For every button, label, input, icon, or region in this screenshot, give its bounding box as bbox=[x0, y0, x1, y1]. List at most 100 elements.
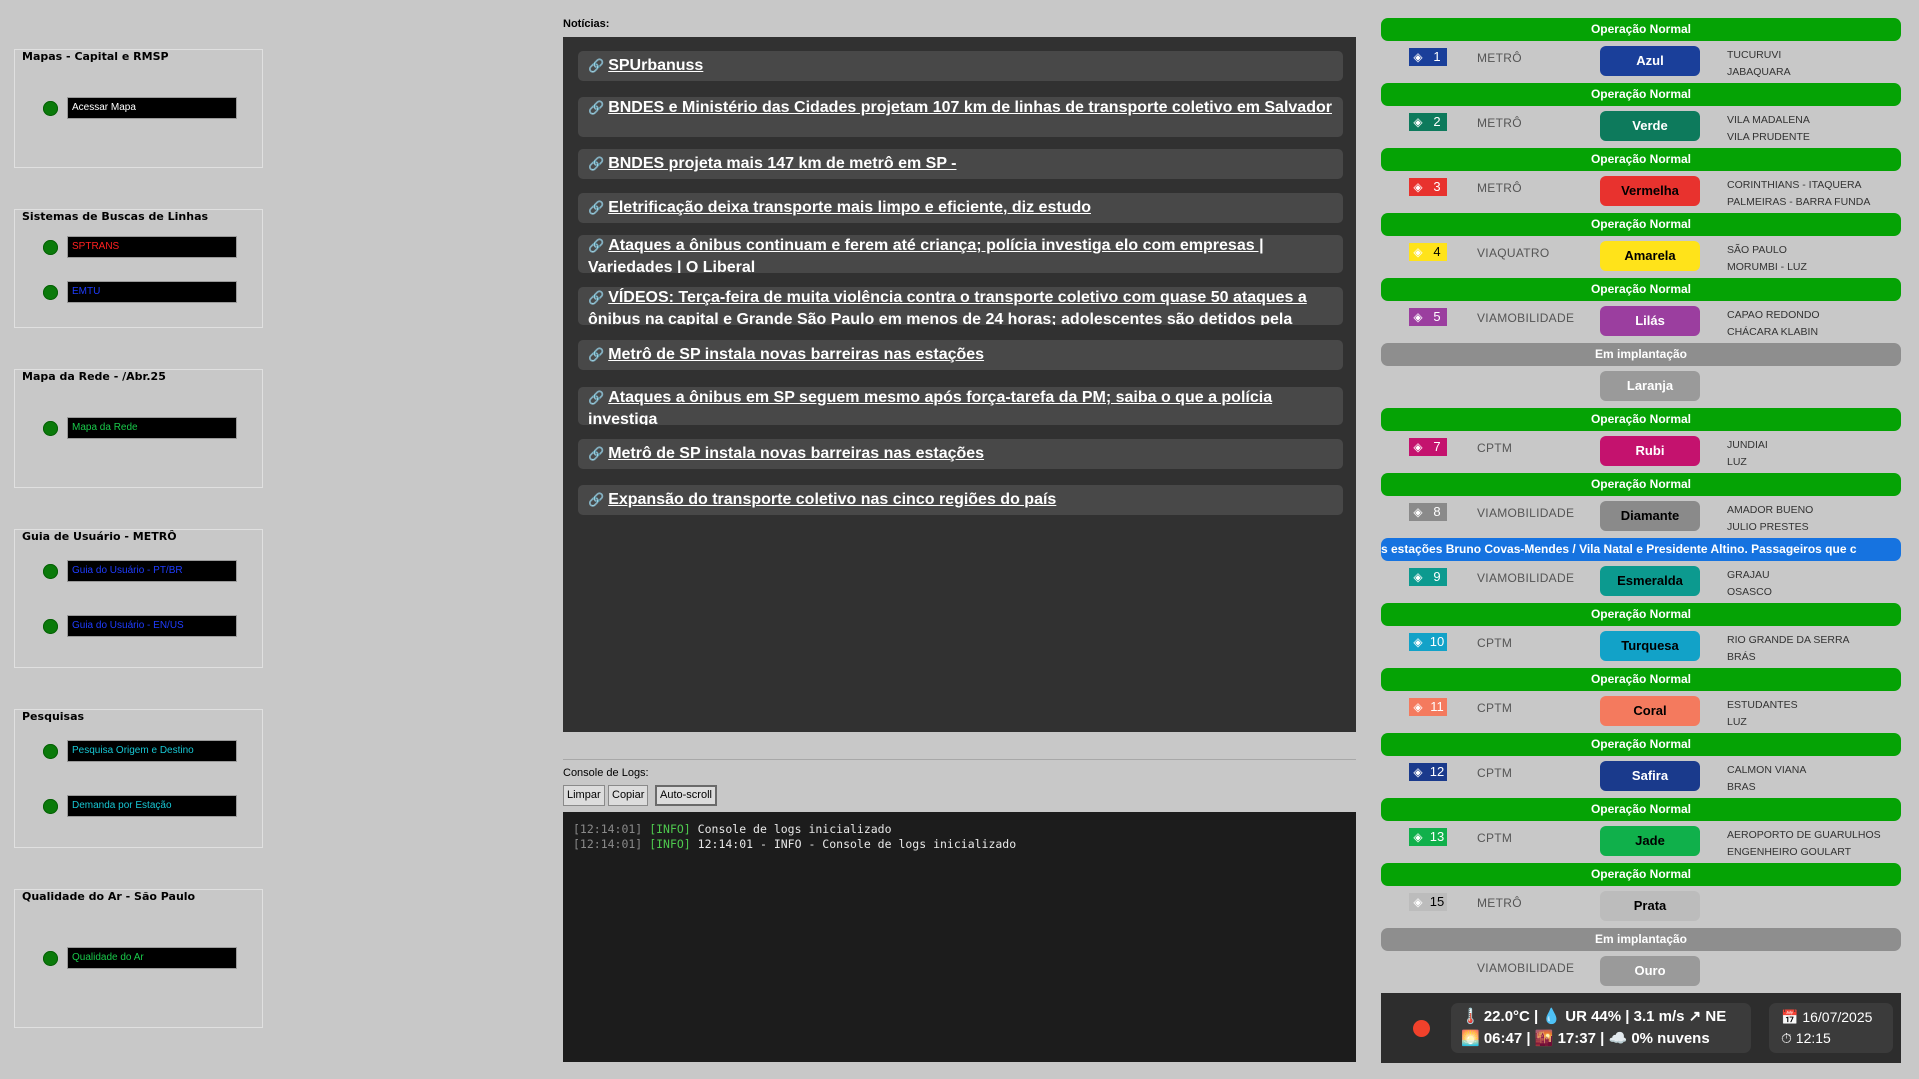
news-link[interactable]: 🔗 Ataques a ônibus em SP seguem mesmo apó… bbox=[578, 387, 1343, 425]
link-button[interactable]: Mapa da Rede bbox=[67, 417, 237, 439]
news-link[interactable]: 🔗 Ataques a ônibus continuam e ferem até … bbox=[578, 235, 1343, 273]
link-icon: 🔗 bbox=[588, 100, 605, 115]
station-name: CHÁCARA KLABIN bbox=[1727, 326, 1819, 338]
line-card: Operação Normal ◈ 10 CPTM Turquesa RIO GRANDE… bbox=[1381, 603, 1901, 665]
line-card: Operação Normal ◈ 4 VIAQUATRO Amarela SÃO PAU… bbox=[1381, 213, 1901, 275]
news-link[interactable]: 🔗 Metrô de SP instala novas barreiras nas… bbox=[578, 340, 1343, 370]
line-name-button[interactable]: Prata bbox=[1600, 891, 1700, 921]
terminal-stations: RIO GRANDE DA SERRA BRÁS bbox=[1727, 632, 1850, 666]
status-bar: Operação Normal bbox=[1381, 473, 1901, 496]
line-symbol-icon: ◈ bbox=[1409, 503, 1427, 521]
log-level: [INFO] bbox=[649, 822, 691, 836]
link-button[interactable]: Pesquisa Origem e Destino bbox=[67, 740, 237, 762]
line-number: 5 bbox=[1427, 308, 1447, 326]
autoscroll-toggle[interactable]: Auto-scroll bbox=[655, 785, 717, 806]
line-name-button[interactable]: Vermelha bbox=[1600, 176, 1700, 206]
status-dot-icon bbox=[43, 799, 58, 814]
line-card: Operação Normal ◈ 7 CPTM Rubi JUNDIAI LUZ bbox=[1381, 408, 1901, 470]
link-button[interactable]: EMTU bbox=[67, 281, 237, 303]
line-name-button[interactable]: Lilás bbox=[1600, 306, 1700, 336]
line-name-button[interactable]: Turquesa bbox=[1600, 631, 1700, 661]
news-title: BNDES e Ministério das Cidades projetam … bbox=[608, 99, 1332, 116]
line-name-button[interactable]: Coral bbox=[1600, 696, 1700, 726]
station-name: RIO GRANDE DA SERRA bbox=[1727, 634, 1850, 646]
line-card: Operação Normal ◈ 8 VIAMOBILIDADE Diamante AM… bbox=[1381, 473, 1901, 535]
line-name-button[interactable]: Rubi bbox=[1600, 436, 1700, 466]
news-link[interactable]: 🔗 Expansão do transporte coletivo nas cin… bbox=[578, 485, 1343, 515]
terminal-stations: CORINTHIANS - ITAQUERA PALMEIRAS - BARRA … bbox=[1727, 177, 1870, 211]
group-title: Pesquisas bbox=[22, 710, 85, 723]
operator-label: VIAMOBILIDADE bbox=[1477, 311, 1575, 325]
operator-label: VIAMOBILIDADE bbox=[1477, 571, 1575, 585]
terminal-stations: ESTUDANTES LUZ bbox=[1727, 697, 1798, 731]
line-number: 12 bbox=[1427, 763, 1447, 781]
clear-button[interactable]: Limpar bbox=[563, 785, 605, 806]
line-name-button[interactable]: Verde bbox=[1600, 111, 1700, 141]
station-name: ENGENHEIRO GOULART bbox=[1727, 846, 1852, 858]
status-dot-icon bbox=[43, 285, 58, 300]
weather-line-1: 🌡️ 22.0°C | 💧 UR 44% | 3.1 m/s ↗ NE bbox=[1461, 1008, 1727, 1025]
operator-label: CPTM bbox=[1477, 701, 1513, 715]
link-button[interactable]: SPTRANS bbox=[67, 236, 237, 258]
link-button[interactable]: Qualidade do Ar bbox=[67, 947, 237, 969]
line-card: Operação Normal ◈ 13 CPTM Jade AEROPORTO DE G… bbox=[1381, 798, 1901, 860]
line-symbol-icon: ◈ bbox=[1409, 893, 1427, 911]
line-name-button[interactable]: Diamante bbox=[1600, 501, 1700, 531]
news-title: Ataques a ônibus continuam e ferem até c… bbox=[588, 237, 1264, 273]
line-badge: ◈ 7 bbox=[1409, 438, 1447, 456]
status-dot-icon bbox=[43, 951, 58, 966]
line-symbol-icon: ◈ bbox=[1409, 763, 1427, 781]
link-button[interactable]: Guia do Usuário - PT/BR bbox=[67, 560, 237, 582]
line-symbol-icon: ◈ bbox=[1409, 113, 1427, 131]
station-name: BRÁS bbox=[1727, 651, 1756, 663]
status-bar: Operação Normal bbox=[1381, 798, 1901, 821]
news-link[interactable]: 🔗 BNDES projeta mais 147 km de metrô em S… bbox=[578, 149, 1343, 179]
news-link[interactable]: 🔗 Metrô de SP instala novas barreiras nas… bbox=[578, 439, 1343, 469]
status-footer: 🌡️ 22.0°C | 💧 UR 44% | 3.1 m/s ↗ NE 🌅 06… bbox=[1381, 993, 1901, 1063]
line-card: Em implantação Laranja bbox=[1381, 343, 1901, 405]
copy-button[interactable]: Copiar bbox=[608, 785, 649, 806]
operator-label: VIAMOBILIDADE bbox=[1477, 506, 1575, 520]
line-number: 4 bbox=[1427, 243, 1447, 261]
link-button[interactable]: Acessar Mapa bbox=[67, 97, 237, 119]
link-button[interactable]: Demanda por Estação bbox=[67, 795, 237, 817]
line-badge: ◈ 9 bbox=[1409, 568, 1447, 586]
news-link[interactable]: 🔗 VÍDEOS: Terça-feira de muita violência … bbox=[578, 287, 1343, 325]
terminal-stations: AMADOR BUENO JULIO PRESTES bbox=[1727, 502, 1813, 536]
line-number: 10 bbox=[1427, 633, 1447, 651]
status-dot-icon bbox=[43, 619, 58, 634]
line-badge: ◈ 2 bbox=[1409, 113, 1447, 131]
status-bar: Operação Normal bbox=[1381, 408, 1901, 431]
link-button[interactable]: Guia do Usuário - EN/US bbox=[67, 615, 237, 637]
terminal-stations: GRAJAU OSASCO bbox=[1727, 567, 1772, 601]
news-link[interactable]: 🔗 Eletrificação deixa transporte mais lim… bbox=[578, 193, 1343, 223]
operator-label: VIAQUATRO bbox=[1477, 246, 1550, 260]
status-bar: Operação Normal bbox=[1381, 278, 1901, 301]
record-indicator-icon bbox=[1413, 1020, 1430, 1037]
date-text: 📅 16/07/2025 bbox=[1781, 1009, 1873, 1025]
status-dot-icon bbox=[43, 240, 58, 255]
line-badge: ◈ 13 bbox=[1409, 828, 1447, 846]
station-name: CALMON VIANA bbox=[1727, 764, 1807, 776]
operator-label: METRÔ bbox=[1477, 181, 1522, 195]
line-symbol-icon: ◈ bbox=[1409, 438, 1427, 456]
console-label: Console de Logs: bbox=[563, 767, 649, 779]
line-name-button[interactable]: Laranja bbox=[1600, 371, 1700, 401]
line-name-button[interactable]: Esmeralda bbox=[1600, 566, 1700, 596]
line-name-button[interactable]: Jade bbox=[1600, 826, 1700, 856]
station-name: JULIO PRESTES bbox=[1727, 521, 1809, 533]
line-name-button[interactable]: Ouro bbox=[1600, 956, 1700, 986]
operator-label: CPTM bbox=[1477, 441, 1513, 455]
line-name-button[interactable]: Safira bbox=[1600, 761, 1700, 791]
line-name-button[interactable]: Azul bbox=[1600, 46, 1700, 76]
line-name-button[interactable]: Amarela bbox=[1600, 241, 1700, 271]
news-link[interactable]: 🔗 SPUrbanuss bbox=[578, 51, 1343, 81]
status-bar: Operação Normal bbox=[1381, 733, 1901, 756]
news-link[interactable]: 🔗 BNDES e Ministério das Cidades projetam… bbox=[578, 97, 1343, 137]
news-title: BNDES projeta mais 147 km de metrô em SP… bbox=[608, 155, 957, 172]
line-card: Operação Normal ◈ 1 METRÔ Azul TUCURUVI JABAQU… bbox=[1381, 18, 1901, 80]
station-name: TUCURUVI bbox=[1727, 49, 1782, 61]
terminal-stations: TUCURUVI JABAQUARA bbox=[1727, 47, 1791, 81]
log-line: [12:14:01] [INFO] 12:14:01 - INFO - Cons… bbox=[573, 837, 1346, 852]
status-bar: Em implantação bbox=[1381, 343, 1901, 366]
